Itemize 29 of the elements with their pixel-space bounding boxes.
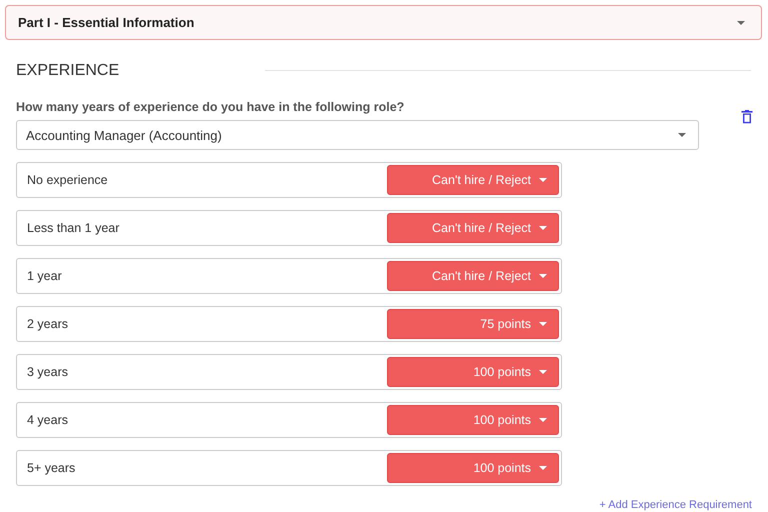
- add-requirement-link[interactable]: + Add Experience Requirement: [599, 499, 752, 511]
- caret-icon: [737, 20, 745, 24]
- question-label: How many years of experience do you have in the following role?: [16, 100, 406, 114]
- experience-label: 2 years: [27, 317, 68, 331]
- score-dropdown[interactable]: Can't hire / Reject: [387, 165, 559, 195]
- score-dropdown[interactable]: 100 points: [387, 357, 559, 387]
- experience-label: 3 years: [27, 365, 68, 379]
- score-dropdown[interactable]: 100 points: [387, 405, 559, 435]
- delete-icon[interactable]: [741, 110, 753, 124]
- caret-icon: [539, 418, 547, 422]
- experience-label: Less than 1 year: [27, 221, 120, 235]
- score-dropdown[interactable]: 100 points: [387, 453, 559, 483]
- caret-icon: [678, 133, 686, 137]
- section-header[interactable]: Part I - Essential Information: [5, 5, 762, 40]
- score-dropdown[interactable]: 75 points: [387, 309, 559, 339]
- role-select[interactable]: Accounting Manager (Accounting): [16, 120, 699, 150]
- experience-label: 1 year: [27, 269, 62, 283]
- caret-icon: [539, 322, 547, 326]
- caret-icon: [539, 370, 547, 374]
- experience-label: 5+ years: [27, 461, 76, 475]
- experience-label: 4 years: [27, 413, 68, 427]
- section-heading: EXPERIENCE: [16, 62, 120, 80]
- score-dropdown[interactable]: Can't hire / Reject: [387, 261, 559, 291]
- caret-icon: [539, 226, 547, 230]
- caret-icon: [539, 178, 547, 182]
- caret-icon: [539, 274, 547, 278]
- experience-label: No experience: [27, 173, 108, 187]
- caret-icon: [539, 466, 547, 470]
- score-dropdown[interactable]: Can't hire / Reject: [387, 213, 559, 243]
